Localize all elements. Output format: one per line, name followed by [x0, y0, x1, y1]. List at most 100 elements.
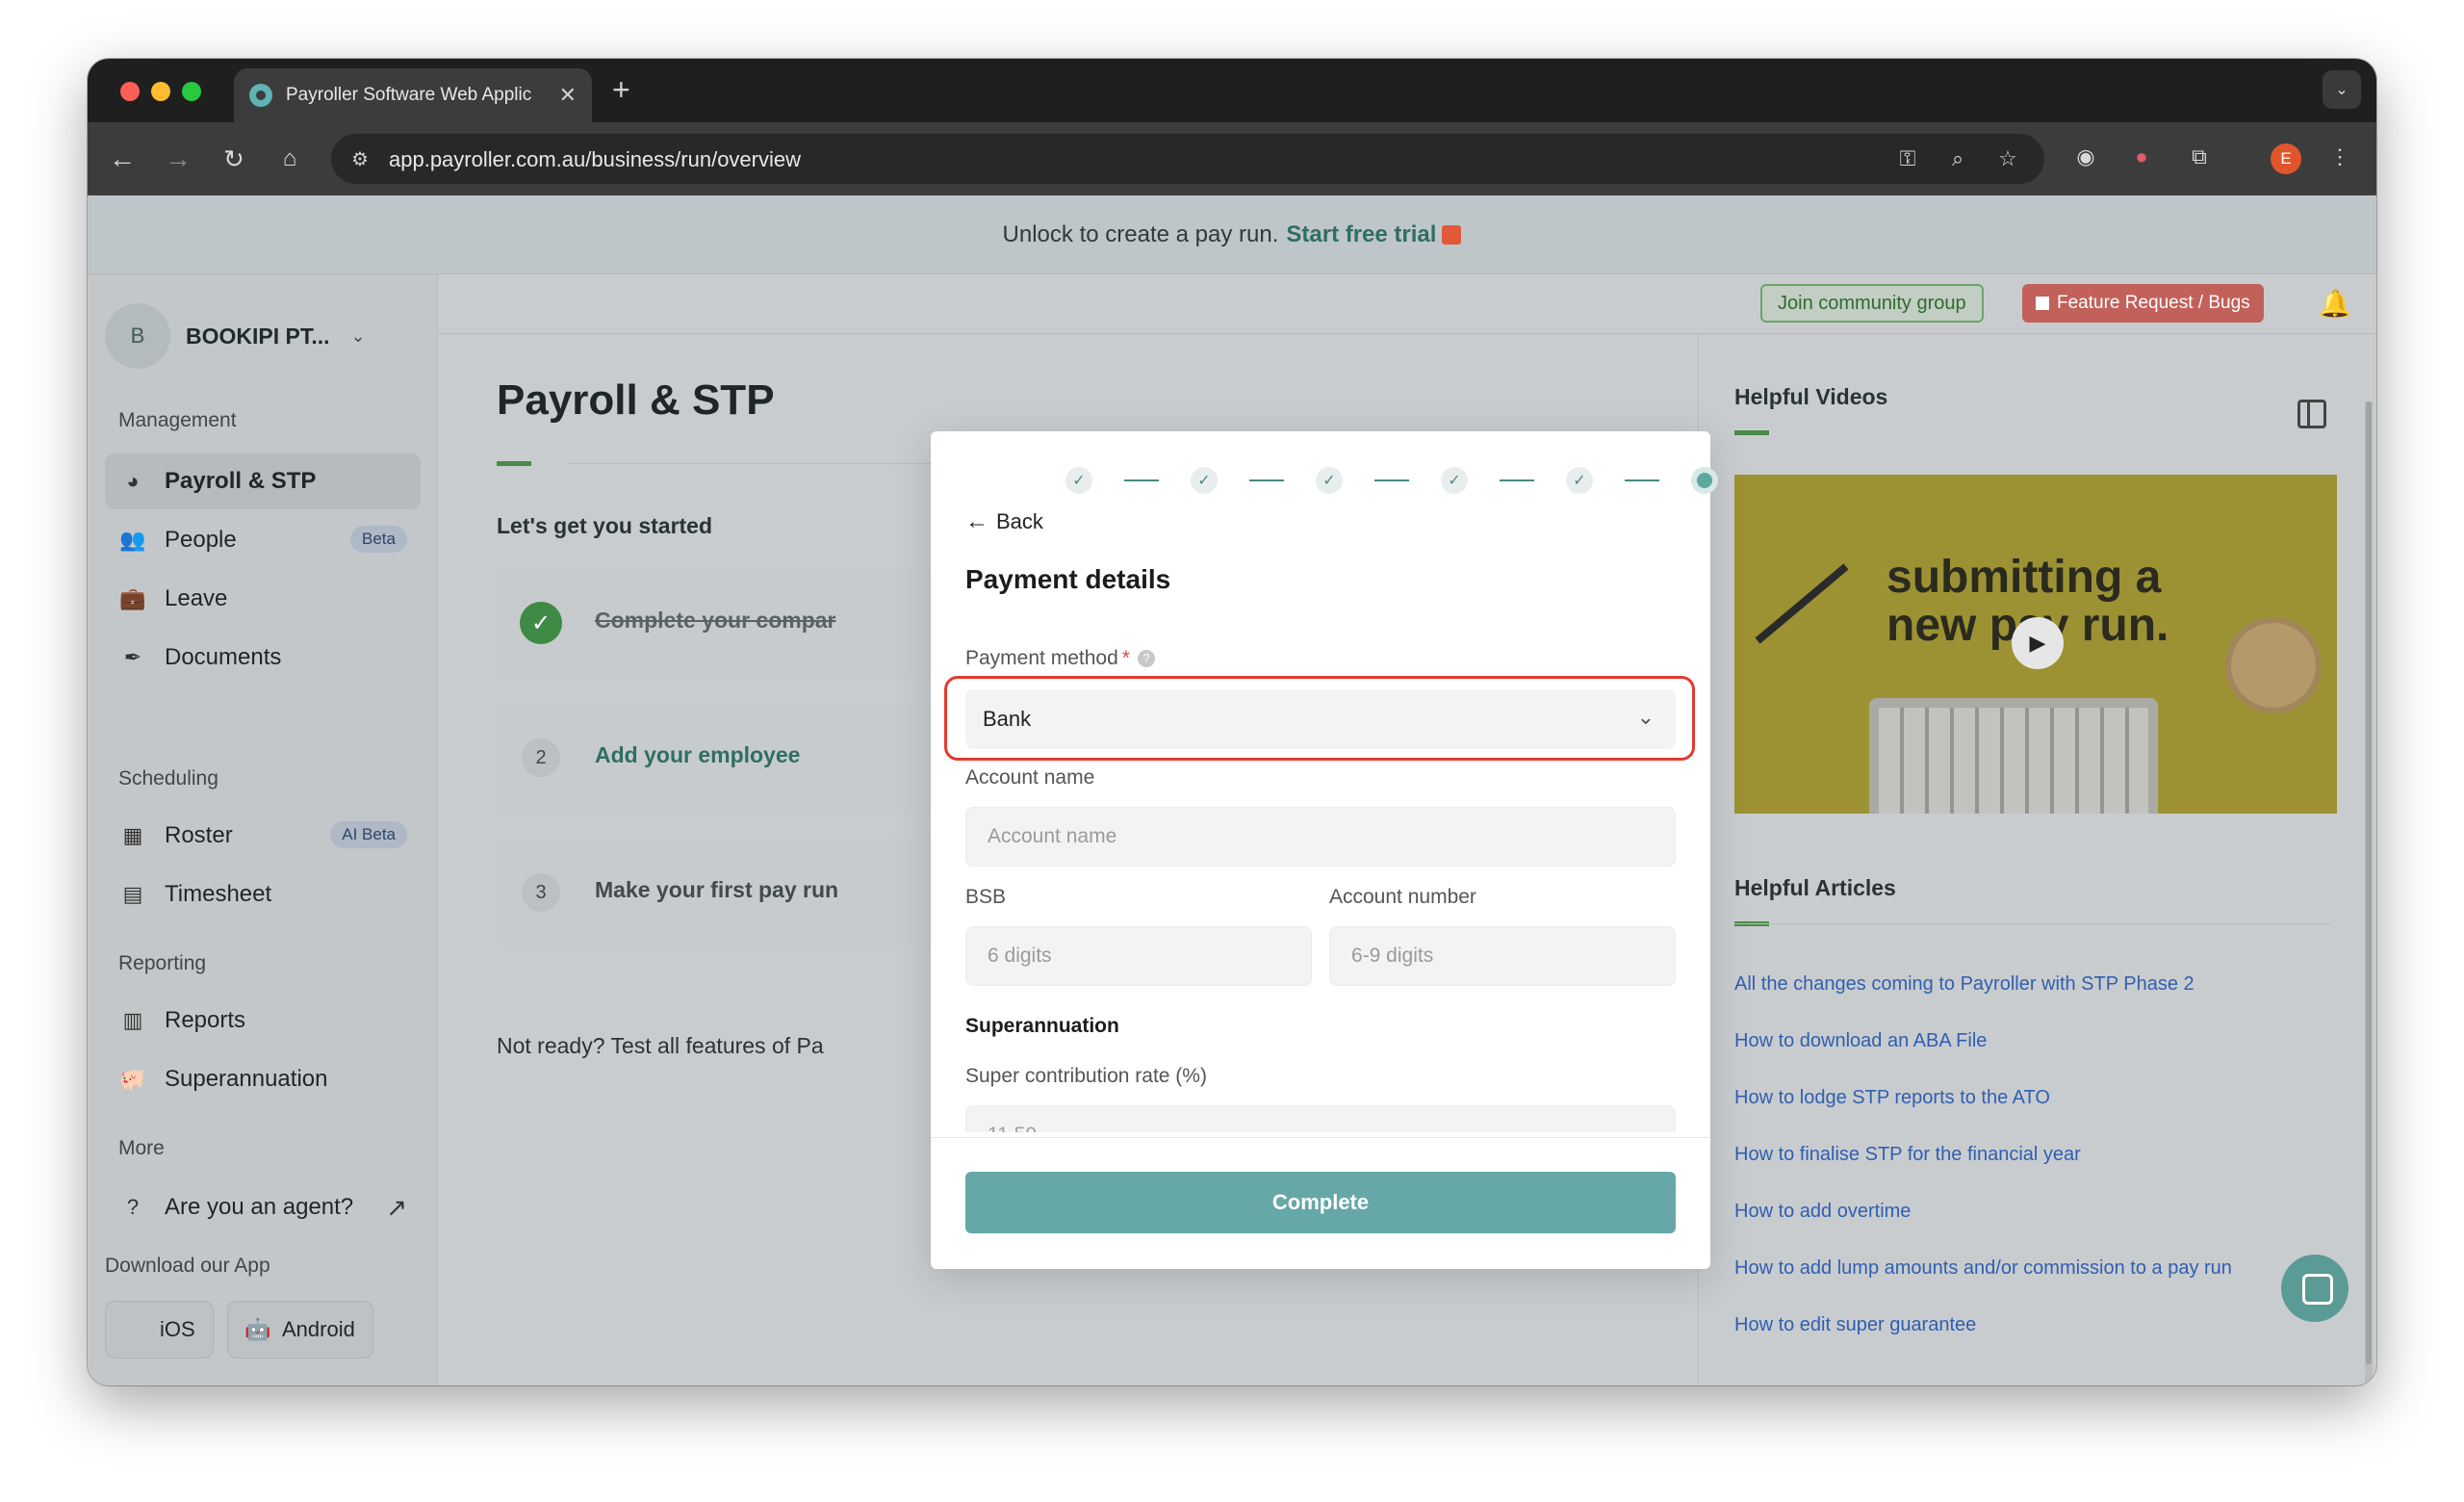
sidebar-item-label: Timesheet	[165, 881, 272, 907]
video-thumbnail[interactable]: submitting a new pay run. ▶	[1734, 475, 2337, 814]
people-icon: 👥	[119, 528, 146, 552]
banner-text: Unlock to create a pay run.	[1002, 220, 1279, 247]
article-link[interactable]: All the changes coming to Payroller with…	[1734, 973, 2194, 996]
account-name-input[interactable]	[965, 807, 1676, 867]
section-reporting: Reporting	[118, 952, 207, 974]
join-community-button[interactable]: Join community group	[1760, 284, 1984, 323]
bell-icon[interactable]: 🔔	[2318, 286, 2352, 321]
new-tab-button[interactable]: +	[612, 72, 630, 108]
android-app-button[interactable]: 🤖 Android	[227, 1301, 373, 1359]
extension-icon[interactable]: ●	[2126, 142, 2157, 172]
start-free-trial-link[interactable]: Start free trial	[1286, 221, 1436, 248]
browser-menu-icon[interactable]: ⋮	[2324, 142, 2355, 172]
highlight-outline	[944, 676, 1695, 761]
org-switcher[interactable]: B BOOKIPI PT... ⌄	[105, 303, 366, 369]
address-bar[interactable]: ⚙ app.payroller.com.au/business/run/over…	[331, 134, 2044, 184]
question-icon: ?	[126, 1195, 140, 1219]
page-scrollbar[interactable]	[2365, 401, 2373, 1385]
sidebar-item-documents[interactable]: ✒ Documents	[105, 630, 421, 686]
required-asterisk: *	[1121, 647, 1130, 669]
ios-app-button[interactable]: iOS	[105, 1301, 214, 1359]
bsb-input[interactable]	[965, 926, 1312, 986]
site-settings-icon[interactable]: ⚙	[345, 143, 375, 174]
close-window-button[interactable]	[120, 82, 140, 101]
sidebar-item-timesheet[interactable]: ▤ Timesheet	[105, 867, 421, 922]
sidebar-item-leave[interactable]: 💼 Leave	[105, 571, 421, 627]
article-link[interactable]: How to edit super guarantee	[1734, 1314, 1976, 1336]
play-icon[interactable]: ▶	[2012, 617, 2064, 669]
reload-icon[interactable]: ↻	[217, 142, 251, 176]
payroll-icon: ◕	[126, 469, 140, 493]
progress-stepper: ✓ ✓ ✓ ✓ ✓	[1065, 466, 1718, 495]
close-tab-icon[interactable]: ✕	[559, 83, 577, 108]
feature-request-label: Feature Request / Bugs	[2057, 293, 2250, 313]
tab-strip: Payroller Software Web Applic ✕ + ⌄	[88, 59, 2376, 122]
article-link[interactable]: How to add lump amounts and/or commissio…	[1734, 1257, 2232, 1280]
videos-underline	[1734, 430, 1769, 435]
back-button[interactable]: ← Back	[965, 508, 1043, 535]
article-link[interactable]: How to lodge STP reports to the ATO	[1734, 1087, 2050, 1109]
super-rate-input[interactable]	[965, 1105, 1676, 1132]
step-complete-icon: ✓	[1191, 467, 1218, 494]
report-icon: ▥	[122, 1008, 143, 1032]
url-text: app.payroller.com.au/business/run/overvi…	[389, 147, 802, 171]
android-label: Android	[282, 1317, 355, 1341]
gift-icon	[1442, 224, 1462, 245]
browser-tab[interactable]: Payroller Software Web Applic ✕	[234, 68, 592, 122]
helpful-articles-title: Helpful Articles	[1734, 875, 1896, 900]
account-number-input[interactable]	[1329, 926, 1676, 986]
android-icon: 🤖	[244, 1317, 271, 1341]
payment-details-modal: ✓ ✓ ✓ ✓ ✓ ← Back Payment details Payment…	[931, 431, 1718, 1269]
step-number: 2	[522, 738, 560, 777]
feature-request-button[interactable]: Feature Request / Bugs	[2022, 284, 2264, 323]
ios-label: iOS	[160, 1317, 195, 1341]
help-icon[interactable]: ?	[1137, 650, 1155, 668]
step-complete-icon: ✓	[1566, 467, 1593, 494]
minimize-window-button[interactable]	[151, 82, 170, 101]
chat-launcher-icon[interactable]	[2281, 1255, 2348, 1322]
org-avatar: B	[105, 303, 170, 369]
sidebar-item-people[interactable]: 👥 People Beta	[105, 512, 421, 568]
sidebar-item-label: People	[165, 527, 237, 553]
article-link[interactable]: How to download an ABA File	[1734, 1030, 1987, 1052]
password-key-icon[interactable]: ⚿	[1892, 143, 1923, 174]
keyboard-illustration	[1869, 698, 2158, 814]
coaster-illustration	[2225, 617, 2322, 713]
home-icon[interactable]: ⌂	[272, 142, 307, 176]
sidebar-item-reports[interactable]: ▥ Reports	[105, 993, 421, 1049]
chevron-down-icon: ⌄	[350, 325, 366, 346]
maximize-window-button[interactable]	[182, 82, 201, 101]
sidebar-item-label: Reports	[165, 1007, 246, 1033]
back-arrow-icon[interactable]: ←	[105, 142, 140, 176]
zoom-icon[interactable]: ⌕	[1942, 143, 1973, 174]
external-link-icon: ↗	[386, 1192, 407, 1222]
sidebar-item-label: Superannuation	[165, 1066, 328, 1092]
sidebar-item-label: Are you an agent?	[165, 1194, 354, 1220]
download-app-label: Download our App	[105, 1255, 270, 1277]
step-connector	[1374, 479, 1409, 481]
super-rate-label: Super contribution rate (%)	[965, 1065, 1207, 1087]
extensions-puzzle-icon[interactable]: ⧉	[2184, 142, 2215, 172]
payment-method-label-text: Payment method	[965, 647, 1118, 669]
top-bar: Join community group Feature Request / B…	[438, 274, 2376, 334]
browser-toolbar: ← → ↻ ⌂ ⚙ app.payroller.com.au/business/…	[88, 122, 2376, 195]
sidebar-item-payroll[interactable]: ◕ Payroll & STP	[105, 453, 421, 509]
bookmark-star-icon[interactable]: ☆	[1992, 143, 2023, 174]
tab-search-button[interactable]: ⌄	[2323, 70, 2361, 109]
not-ready-text: Not ready? Test all features of Pa	[497, 1033, 824, 1058]
complete-button[interactable]: Complete	[965, 1172, 1676, 1233]
calendar-icon: ▦	[122, 823, 143, 847]
sidebar-item-label: Leave	[165, 585, 228, 611]
sidebar-item-superannuation[interactable]: 🐖 Superannuation	[105, 1051, 421, 1107]
sidebar-item-agent[interactable]: ? Are you an agent? ↗	[105, 1179, 421, 1235]
sidebar-item-roster[interactable]: ▦ Roster AI Beta	[105, 808, 421, 864]
profile-avatar[interactable]: E	[2271, 143, 2301, 174]
article-link[interactable]: How to add overtime	[1734, 1201, 1911, 1223]
beta-badge: Beta	[350, 526, 407, 553]
grammarly-extension-icon[interactable]: ◉	[2070, 142, 2101, 172]
article-link[interactable]: How to finalise STP for the financial ye…	[1734, 1144, 2081, 1166]
panel-toggle-icon[interactable]	[2297, 400, 2326, 428]
forward-arrow-icon[interactable]: →	[161, 142, 195, 176]
sidebar-item-label: Payroll & STP	[165, 468, 317, 494]
payroller-favicon-icon	[249, 84, 272, 107]
